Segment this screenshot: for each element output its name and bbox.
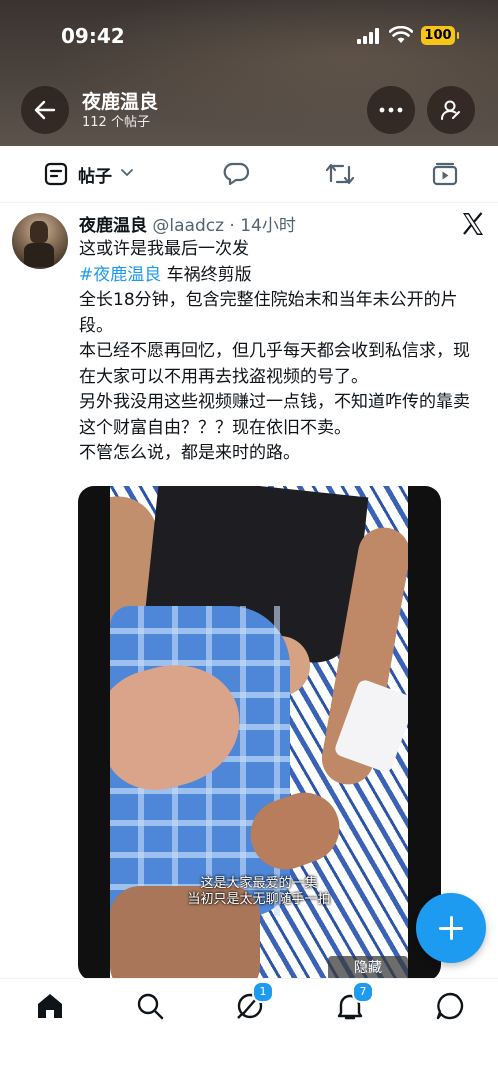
battery-indicator: 100 — [421, 26, 459, 45]
content-tabs: 帖子 — [0, 146, 498, 203]
compose-button[interactable] — [416, 893, 486, 963]
subtitle-line: 当初只是太无聊随手一拍 — [187, 892, 331, 907]
message-bubble-icon — [436, 992, 464, 1020]
search-icon — [137, 993, 164, 1020]
post-line: 不管怎么说，都是来时的路。 — [79, 443, 300, 463]
status-time: 09:42 — [61, 24, 125, 48]
header-nav: 夜鹿温良 112 个帖子 — [0, 86, 498, 136]
author-name[interactable]: 夜鹿温良 — [79, 216, 147, 236]
post-line: #夜鹿温良 车祸终剪版 — [79, 263, 484, 289]
post-line: 全长18分钟，包含完整住院始末和当年未公开的片段。 — [79, 290, 458, 336]
tab-replies[interactable] — [220, 146, 252, 202]
posts-icon — [44, 162, 68, 186]
tab-posts[interactable]: 帖子 — [44, 146, 134, 202]
video-media-icon — [432, 162, 458, 186]
repost-icon — [325, 163, 355, 185]
video-subtitles: 这是大家最爱的一集 当初只是太无聊随手一拍 — [110, 876, 408, 908]
profile-header: 09:42 100 夜鹿温良 112 个帖子 — [0, 0, 498, 146]
post-text: 这或许是我最后一次发 #夜鹿温良 车祸终剪版 全长18分钟，包含完整住院始末和当… — [79, 237, 484, 467]
person-icon — [441, 100, 460, 120]
tab-posts-label: 帖子 — [78, 166, 112, 187]
more-dots-icon — [379, 107, 403, 113]
nav-search[interactable] — [135, 991, 165, 1021]
reply-bubble-icon — [223, 162, 250, 186]
status-bar: 09:42 100 — [0, 22, 498, 52]
header-title-block: 夜鹿温良 112 个帖子 — [82, 90, 158, 132]
tab-media[interactable] — [430, 146, 460, 202]
profile-action-button[interactable] — [427, 86, 475, 134]
hashtag-link[interactable]: #夜鹿温良 — [79, 265, 161, 285]
back-arrow-icon — [34, 100, 56, 120]
bottom-navigation: 1 7 — [0, 978, 498, 1081]
post-line: 本已经不愿再回忆，但几乎每天都会收到私信求，现在大家可以不用再去找盗视频的号了。 — [79, 341, 470, 387]
nav-messages[interactable] — [435, 991, 465, 1021]
back-button[interactable] — [21, 86, 69, 134]
wifi-icon — [389, 26, 413, 43]
subtitle-line: 这是大家最爱的一集 — [200, 876, 318, 891]
author-handle-time: @laadcz · 14小时 — [152, 216, 296, 236]
communities-badge: 1 — [252, 981, 274, 1003]
chevron-down-icon — [120, 166, 134, 182]
notifications-badge: 7 — [352, 981, 374, 1003]
cellular-signal-icon — [357, 28, 381, 44]
post-count: 112 个帖子 — [82, 115, 150, 130]
post-video[interactable]: 这是大家最爱的一集 当初只是太无聊随手一拍 隐藏 — [78, 486, 441, 981]
page-title: 夜鹿温良 — [82, 91, 159, 113]
x-logo-icon — [463, 212, 483, 235]
home-icon — [38, 994, 62, 1018]
post-line: 这或许是我最后一次发 — [79, 239, 249, 259]
more-options-button[interactable] — [367, 86, 415, 134]
hashtag-suffix: 车祸终剪版 — [161, 264, 252, 285]
nav-communities[interactable]: 1 — [235, 981, 274, 1021]
nav-notifications[interactable]: 7 — [335, 981, 374, 1021]
nav-home[interactable] — [35, 991, 65, 1021]
avatar[interactable] — [12, 213, 68, 269]
post-line: 另外我没用这些视频赚过一点钱，不知道咋传的靠卖这个财富自由？？？现在依旧不卖。 — [79, 392, 470, 438]
tab-reposts[interactable] — [324, 146, 356, 202]
post-author-line: 夜鹿温良 @laadcz · 14小时 — [79, 211, 296, 236]
